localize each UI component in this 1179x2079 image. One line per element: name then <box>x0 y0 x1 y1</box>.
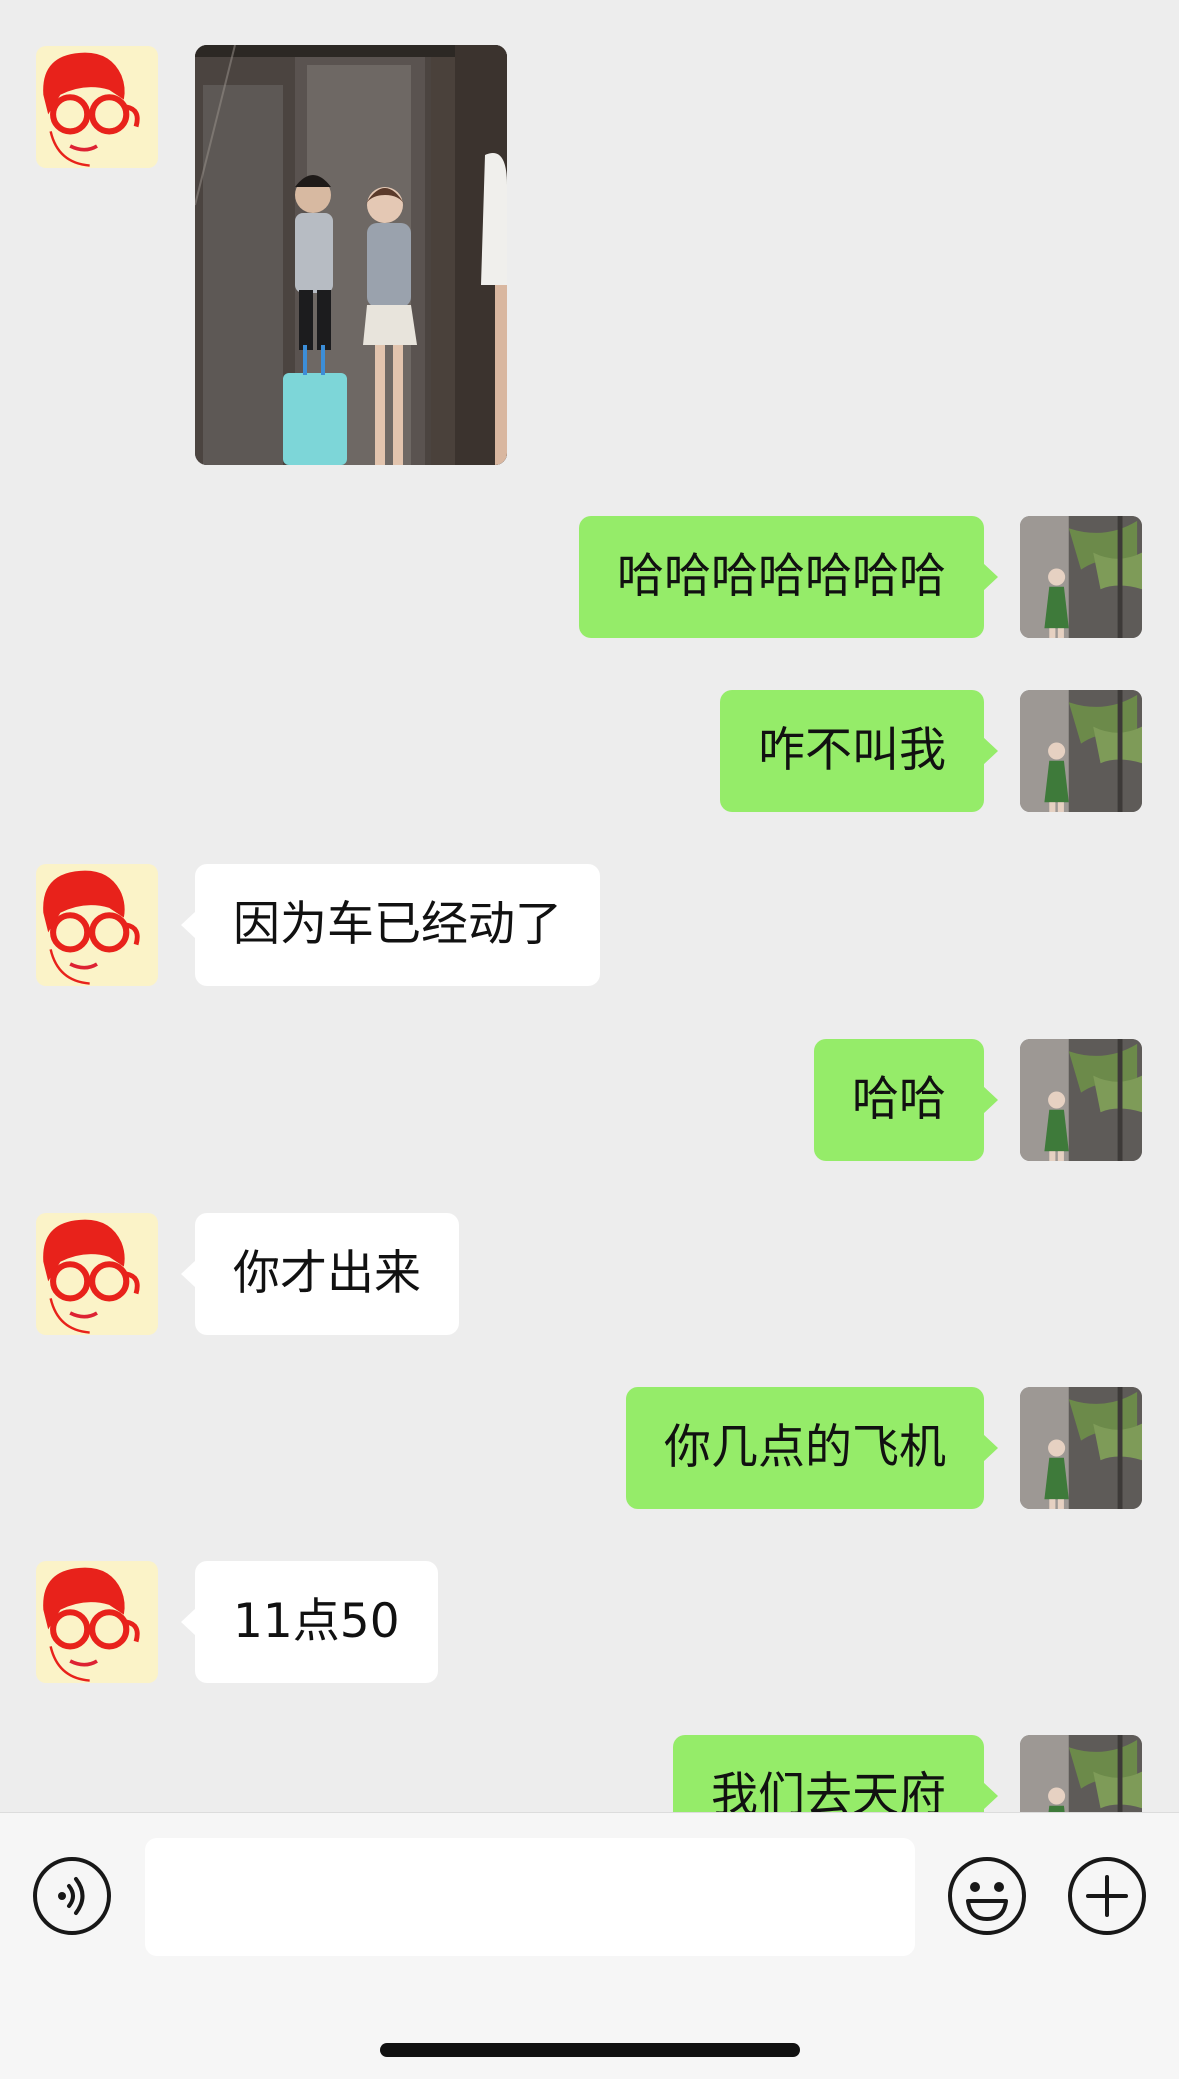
message-text: 因为车已经动了 <box>233 897 562 952</box>
input-bar <box>0 1812 1179 2079</box>
more-button[interactable] <box>1066 1855 1148 1937</box>
home-indicator[interactable] <box>380 2043 800 2057</box>
outgoing-message-bubble[interactable]: 哈哈哈哈哈哈哈 <box>579 516 998 638</box>
incoming-message-bubble[interactable]: 你才出来 <box>181 1213 459 1335</box>
contact-avatar[interactable] <box>36 864 158 986</box>
message-text: 你才出来 <box>233 1246 421 1301</box>
incoming-message-bubble[interactable]: 11点50 <box>181 1561 438 1683</box>
my-avatar[interactable] <box>1020 516 1142 638</box>
voice-button[interactable] <box>31 1855 113 1937</box>
contact-avatar[interactable] <box>36 1213 158 1335</box>
my-avatar[interactable] <box>1020 1735 1142 1812</box>
contact-avatar[interactable] <box>36 1561 158 1683</box>
message-input[interactable] <box>145 1838 915 1956</box>
voice-icon <box>33 1857 111 1935</box>
my-avatar[interactable] <box>1020 690 1142 812</box>
message-text: 咋不叫我 <box>758 723 946 778</box>
emoji-icon <box>948 1857 1026 1935</box>
outgoing-message-bubble[interactable]: 咋不叫我 <box>720 690 998 812</box>
plus-icon <box>1068 1857 1146 1935</box>
outgoing-message-bubble[interactable]: 哈哈 <box>814 1039 998 1161</box>
message-photo[interactable] <box>195 45 507 465</box>
outgoing-message-bubble[interactable]: 我们去天府 <box>673 1735 998 1812</box>
message-text: 我们去天府 <box>711 1768 946 1812</box>
message-text: 你几点的飞机 <box>664 1420 946 1475</box>
message-text: 哈哈哈哈哈哈哈 <box>617 549 946 604</box>
contact-avatar[interactable] <box>36 46 158 168</box>
message-text: 哈哈 <box>852 1072 946 1127</box>
incoming-message-bubble[interactable]: 因为车已经动了 <box>181 864 600 986</box>
outgoing-message-bubble[interactable]: 你几点的飞机 <box>626 1387 998 1509</box>
message-text: 11点50 <box>233 1594 400 1649</box>
my-avatar[interactable] <box>1020 1039 1142 1161</box>
emoji-button[interactable] <box>946 1855 1028 1937</box>
chat-area[interactable]: 哈哈哈哈哈哈哈 咋不叫我 因为车已经动了 哈哈 你才出来 你几点的飞机 11点5… <box>0 0 1179 1812</box>
my-avatar[interactable] <box>1020 1387 1142 1509</box>
